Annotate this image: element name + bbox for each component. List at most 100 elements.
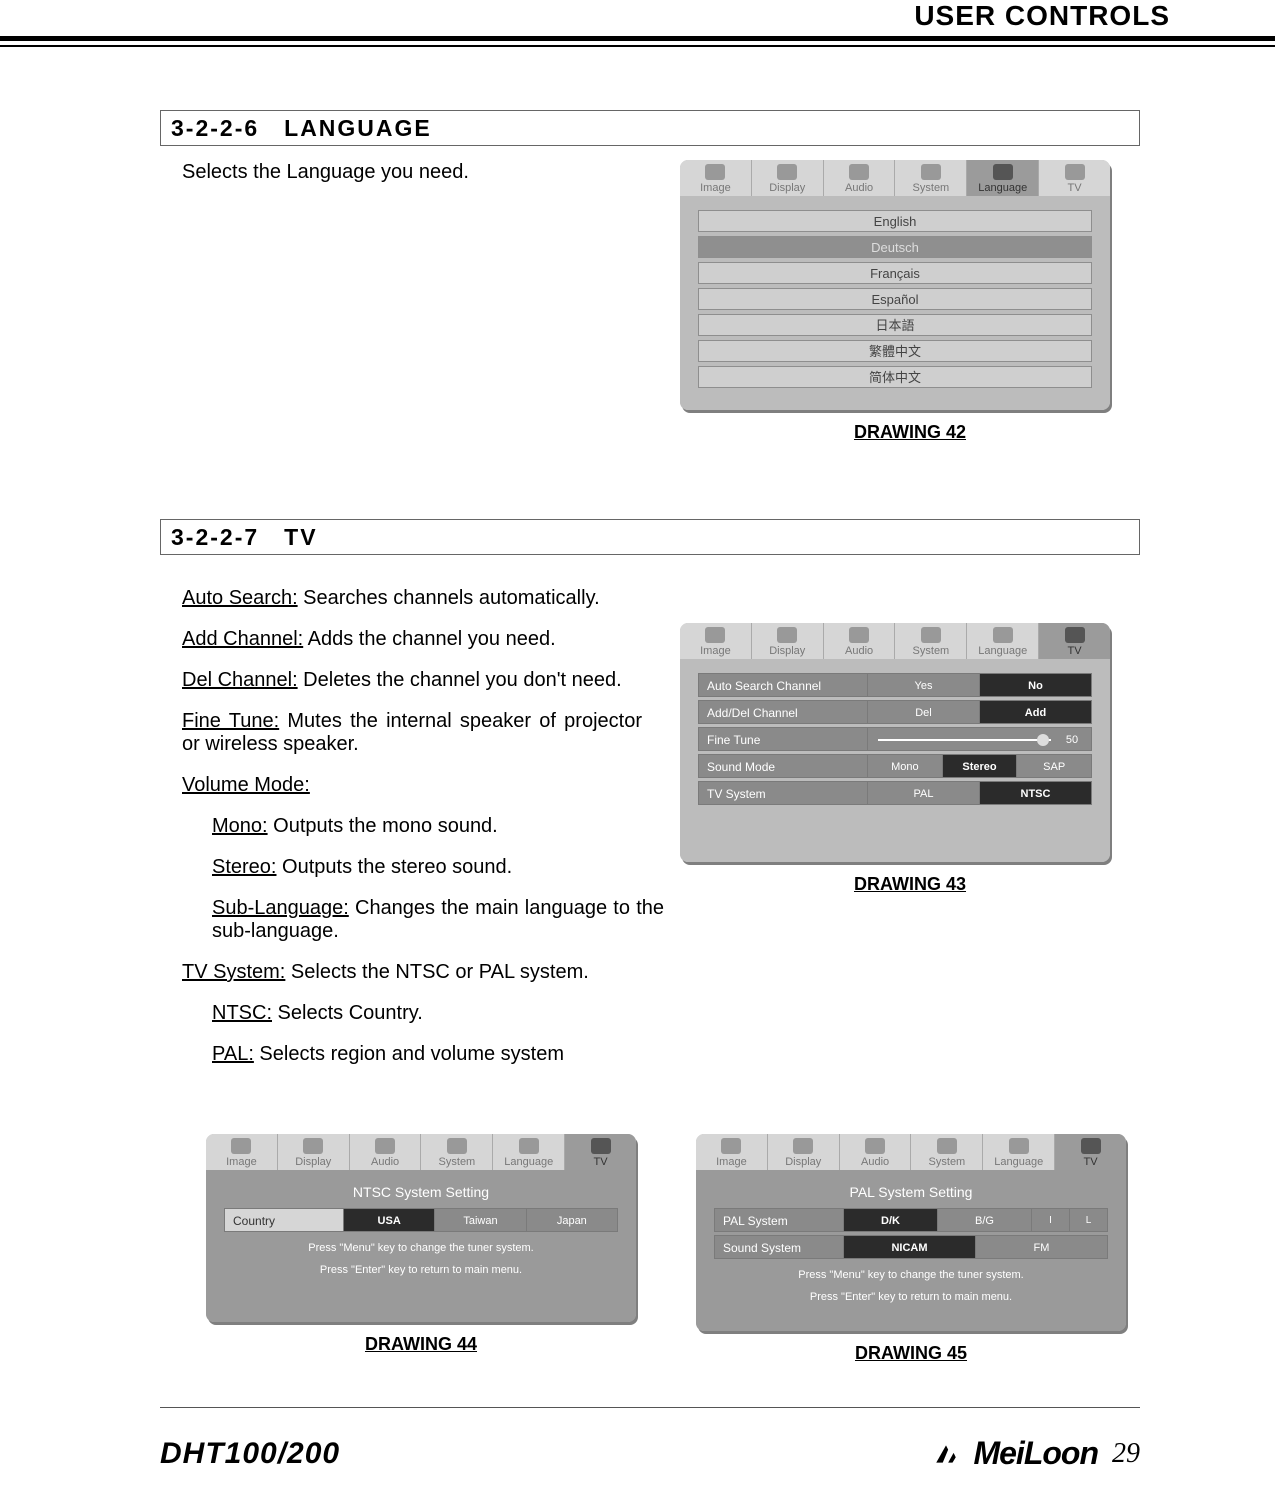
page-header: USER CONTROLS (914, 0, 1170, 32)
tv-icon (1065, 164, 1085, 180)
osd-tab-system: System (911, 1134, 983, 1170)
feature-tv-system: TV System: Selects the NTSC or PAL syste… (182, 961, 642, 984)
brand-logo: MeiLoon 29 (933, 1435, 1140, 1472)
system-icon (921, 164, 941, 180)
osd-tab-tv: TV (565, 1134, 636, 1170)
footer-rule (160, 1407, 1140, 1408)
osd-tab-audio: Audio (824, 623, 896, 659)
language-icon (1009, 1138, 1029, 1154)
lang-option-deutsch: Deutsch (698, 236, 1092, 258)
language-description: Selects the Language you need. (182, 160, 642, 185)
osd-tab-display: Display (752, 160, 824, 196)
header-rule-thin (0, 45, 1275, 47)
feature-del-channel: Del Channel: Deletes the channel you don… (182, 669, 642, 692)
drawing-44-caption: DRAWING 44 (206, 1334, 636, 1355)
pal-hint2: Press "Enter" key to return to main menu… (714, 1291, 1108, 1303)
feature-sub-language: Sub-Language: Changes the main language … (212, 897, 664, 943)
system-icon (921, 627, 941, 643)
row-sound-system: Sound System NICAM FM (714, 1235, 1108, 1259)
osd-tv-panel: Image Display Audio System Language TV A… (680, 623, 1110, 862)
osd-tab-tv: TV (1039, 623, 1110, 659)
tv-icon (1081, 1138, 1101, 1154)
row-pal-system: PAL System D/K B/G I L (714, 1208, 1108, 1232)
osd-tab-system: System (895, 160, 967, 196)
lang-option-english: English (698, 210, 1092, 232)
ntsc-hint2: Press "Enter" key to return to main menu… (224, 1264, 618, 1276)
osd-tab-image: Image (206, 1134, 278, 1170)
feature-fine-tune: Fine Tune: Mutes the internal speaker of… (182, 710, 642, 756)
lang-option-francais: Français (698, 262, 1092, 284)
drawing-45-caption: DRAWING 45 (696, 1343, 1126, 1364)
osd-tab-language: Language (967, 160, 1039, 196)
osd-tab-audio: Audio (840, 1134, 912, 1170)
opt-yes: Yes (868, 673, 980, 697)
feature-stereo: Stereo: Outputs the stereo sound. (212, 856, 664, 879)
display-icon (303, 1138, 323, 1154)
opt-pal: PAL (868, 781, 980, 805)
display-icon (793, 1138, 813, 1154)
display-icon (777, 627, 797, 643)
row-tv-system: TV System PAL NTSC (698, 781, 1092, 805)
row-auto-search: Auto Search Channel Yes No (698, 673, 1092, 697)
osd-pal-panel: Image Display Audio System Language TV P… (696, 1134, 1126, 1331)
osd-tab-language: Language (493, 1134, 565, 1170)
row-country: Country USA Taiwan Japan (224, 1208, 618, 1232)
language-icon (993, 627, 1013, 643)
osd-tab-tv: TV (1055, 1134, 1126, 1170)
system-icon (937, 1138, 957, 1154)
model-number: DHT100/200 (160, 1437, 340, 1471)
opt-nicam: NICAM (844, 1235, 976, 1259)
ntsc-title: NTSC System Setting (224, 1184, 618, 1200)
feature-ntsc: NTSC: Selects Country. (212, 1002, 664, 1025)
language-icon (519, 1138, 539, 1154)
osd-tab-language: Language (983, 1134, 1055, 1170)
osd-tab-display: Display (752, 623, 824, 659)
fine-tune-value: 50 (1057, 728, 1087, 752)
opt-mono: Mono (868, 754, 943, 778)
osd-tab-system: System (421, 1134, 493, 1170)
feature-mono: Mono: Outputs the mono sound. (212, 815, 664, 838)
osd-tab-audio: Audio (824, 160, 896, 196)
language-icon (993, 164, 1013, 180)
opt-i: I (1032, 1208, 1070, 1232)
opt-ntsc: NTSC (980, 781, 1092, 805)
osd-tab-image: Image (696, 1134, 768, 1170)
opt-add: Add (980, 700, 1092, 724)
osd-tab-system: System (895, 623, 967, 659)
image-icon (231, 1138, 251, 1154)
opt-bg: B/G (938, 1208, 1032, 1232)
audio-icon (865, 1138, 885, 1154)
display-icon (777, 164, 797, 180)
lang-option-espanol: Español (698, 288, 1092, 310)
opt-stereo: Stereo (943, 754, 1018, 778)
osd-tab-image: Image (680, 160, 752, 196)
drawing-42-caption: DRAWING 42 (680, 422, 1140, 443)
tv-icon (591, 1138, 611, 1154)
pal-title: PAL System Setting (714, 1184, 1108, 1200)
row-fine-tune: Fine Tune 50 (698, 727, 1092, 751)
opt-fm: FM (976, 1235, 1108, 1259)
feature-add-channel: Add Channel: Adds the channel you need. (182, 628, 642, 651)
osd-tab-display: Display (278, 1134, 350, 1170)
opt-no: No (980, 673, 1092, 697)
lang-option-japanese: 日本語 (698, 314, 1092, 336)
audio-icon (849, 627, 869, 643)
osd-ntsc-panel: Image Display Audio System Language TV N… (206, 1134, 636, 1322)
section-heading-tv: 3-2-2-7 TV (160, 519, 1140, 555)
row-sound-mode: Sound Mode Mono Stereo SAP (698, 754, 1092, 778)
lang-option-simp-chinese: 简体中文 (698, 366, 1092, 388)
system-icon (447, 1138, 467, 1154)
ntsc-hint1: Press "Menu" key to change the tuner sys… (224, 1242, 618, 1254)
logo-text: MeiLoon (973, 1435, 1098, 1472)
opt-sap: SAP (1017, 754, 1092, 778)
page-number: 29 (1112, 1438, 1140, 1470)
row-add-del: Add/Del Channel Del Add (698, 700, 1092, 724)
image-icon (705, 164, 725, 180)
image-icon (721, 1138, 741, 1154)
audio-icon (375, 1138, 395, 1154)
osd-language-panel: Image Display Audio System Language TV E… (680, 160, 1110, 410)
tv-icon (1065, 627, 1085, 643)
feature-volume-mode: Volume Mode: (182, 774, 642, 797)
opt-usa: USA (344, 1208, 435, 1232)
lang-option-trad-chinese: 繁體中文 (698, 340, 1092, 362)
